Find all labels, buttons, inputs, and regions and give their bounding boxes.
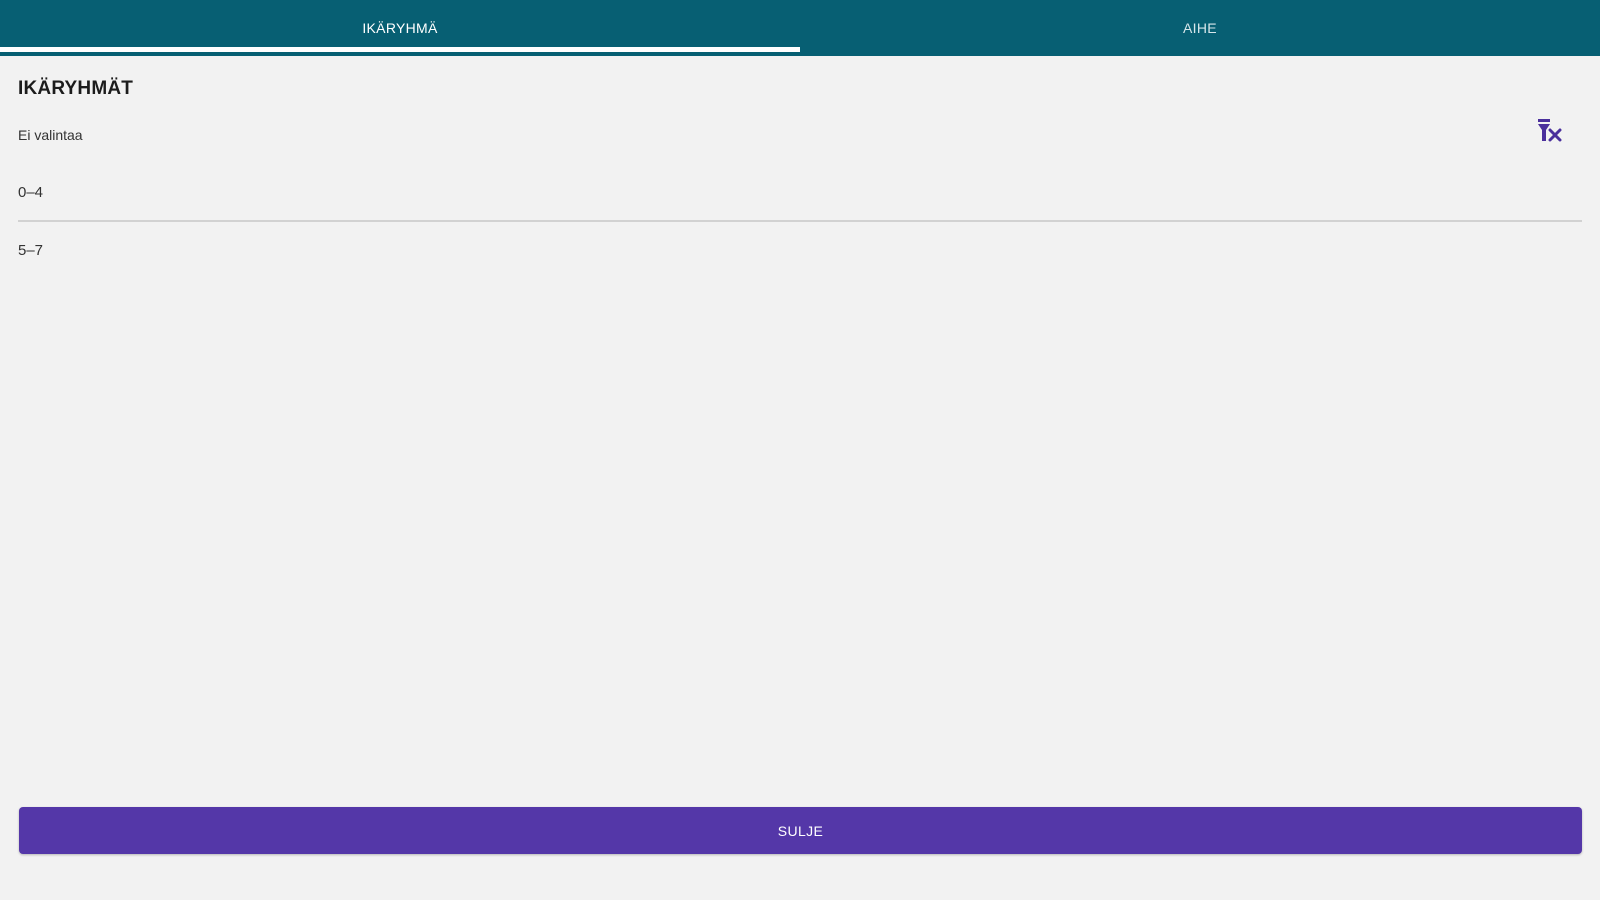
tab-topic[interactable]: AIHE xyxy=(800,0,1600,56)
age-option-label: 5–7 xyxy=(18,241,44,259)
tab-bar: IKÄRYHMÄ AIHE xyxy=(0,0,1600,56)
selection-status: Ei valintaa xyxy=(18,127,83,143)
tab-age-group-label: IKÄRYHMÄ xyxy=(362,20,438,36)
close-button[interactable]: SULJE xyxy=(19,807,1582,854)
filter-clear-icon[interactable] xyxy=(1534,116,1564,146)
tab-topic-label: AIHE xyxy=(1183,20,1217,36)
tab-age-group[interactable]: IKÄRYHMÄ xyxy=(0,0,800,56)
age-option-0-4[interactable]: 0–4 xyxy=(18,164,1582,220)
age-option-label: 0–4 xyxy=(18,183,44,201)
section-title: IKÄRYHMÄT xyxy=(18,78,134,99)
age-option-5-7[interactable]: 5–7 xyxy=(18,222,1582,278)
active-tab-indicator xyxy=(0,47,800,52)
filter-clear-icon-graphic xyxy=(1538,119,1562,142)
